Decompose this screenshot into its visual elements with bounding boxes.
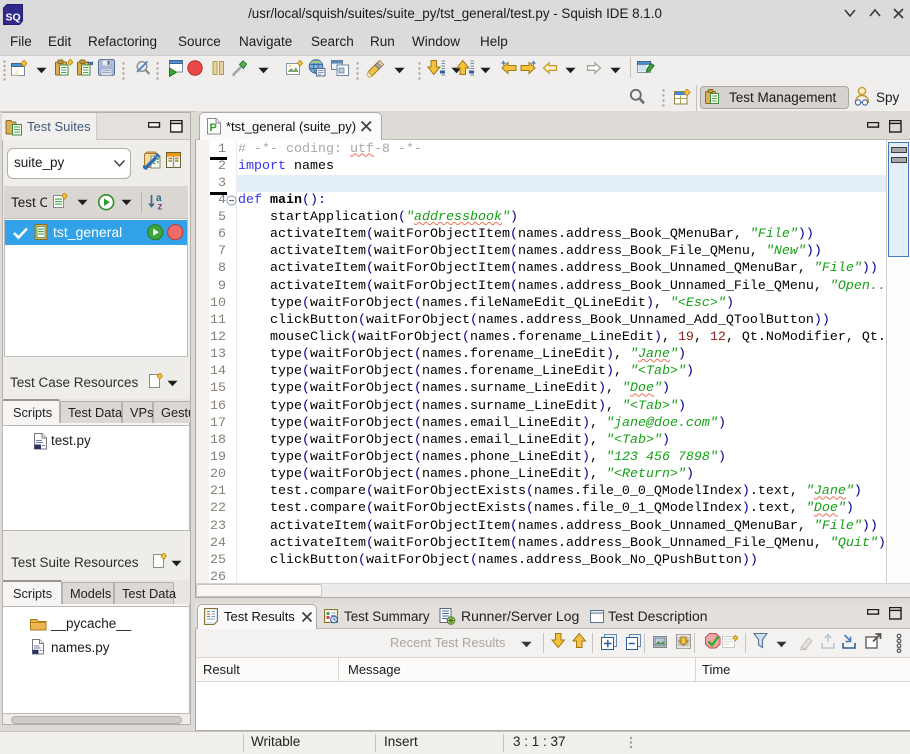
svg-text:SQ: SQ: [6, 12, 21, 24]
svg-text:z: z: [158, 202, 163, 212]
svg-text:P: P: [210, 122, 217, 134]
